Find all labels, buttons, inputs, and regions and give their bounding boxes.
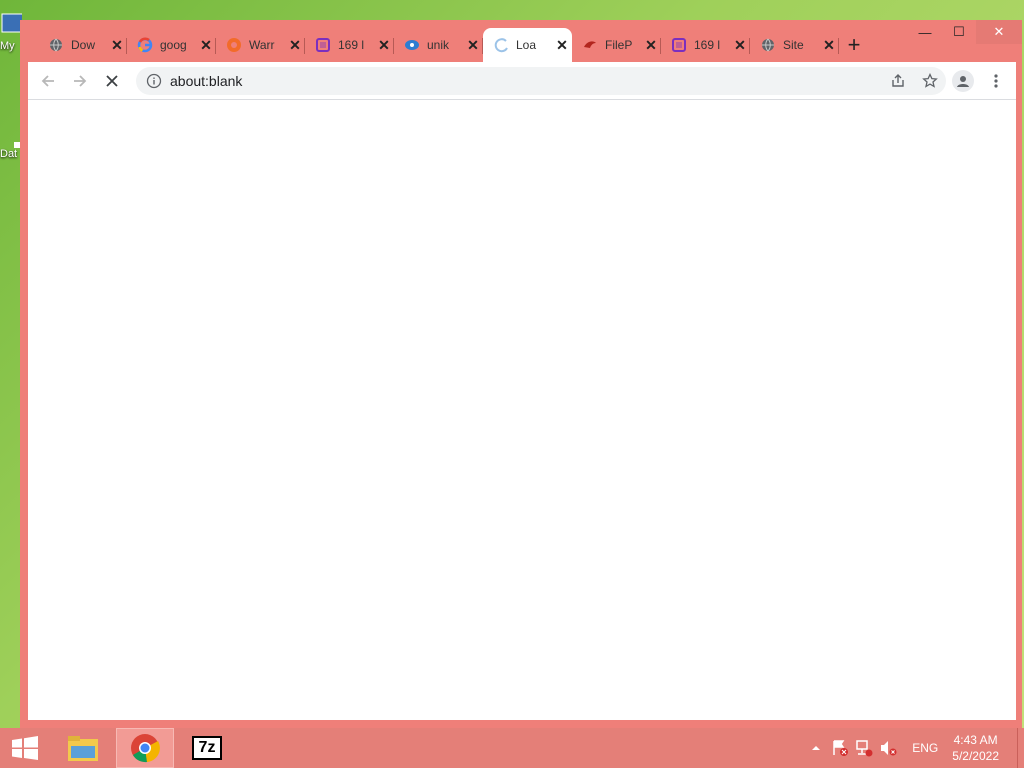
stop-loading-button[interactable] [96,65,128,97]
filepuma-icon [582,37,598,53]
desktop-icon-data[interactable]: Dat [0,118,22,160]
browser-toolbar: about:blank [28,62,1016,100]
clock-time: 4:43 AM [953,733,998,747]
tab[interactable]: 169 l ✕ [661,28,750,62]
tab-title: Dow [71,38,96,52]
close-tab-icon[interactable]: ✕ [730,37,750,54]
network-icon[interactable] [853,737,875,759]
purple-square-icon [671,37,687,53]
7zip-label: 7z [198,739,216,756]
kebab-menu-icon [994,73,998,88]
desktop-icon-my-computer[interactable]: My [0,10,29,52]
windows-logo-icon [12,736,38,760]
tab-title: FileP [605,38,633,52]
close-tab-icon[interactable]: ✕ [196,37,216,54]
address-bar[interactable]: about:blank [136,65,946,97]
eye-icon [404,37,420,53]
close-icon [106,74,118,87]
taskbar-chrome[interactable] [116,728,174,768]
tab-title: Warr [249,38,275,52]
clock-date: 5/2/2022 [952,749,999,763]
tab[interactable]: Warr ✕ [216,28,305,62]
close-tab-icon[interactable]: ✕ [819,37,839,54]
close-tab-icon[interactable]: ✕ [285,37,305,54]
info-icon [146,73,162,88]
tab-title: 169 l [338,38,365,52]
globe-icon [760,37,776,53]
loading-spinner-icon [493,37,509,53]
tab-strip: Dow ✕ goog ✕ Warr ✕ 169 l ✕ unik ✕ Loa ✕… [38,28,1022,62]
tab-title: Site [783,38,804,52]
forward-button[interactable] [64,65,96,97]
star-icon [922,72,938,88]
system-tray: ENG 4:43 AM 5/2/2022 [804,728,1024,768]
arrow-left-icon [41,74,54,87]
tab-title: goog [160,38,187,52]
input-language[interactable]: ENG [912,741,938,755]
close-tab-icon[interactable]: ✕ [463,37,483,54]
close-tab-icon[interactable]: ✕ [374,37,394,54]
close-tab-icon[interactable]: ✕ [107,37,127,54]
speaker-muted-icon [881,741,897,756]
google-icon [137,37,153,53]
purple-square-icon [315,37,331,53]
share-button[interactable] [882,65,914,97]
browser-window: — ☐ ✕ Dow ✕ goog ✕ Warr ✕ 169 l ✕ unik ✕… [20,20,1022,728]
tab-active[interactable]: Loa ✕ [483,28,572,62]
chrome-icon [131,734,160,763]
tab[interactable]: Site ✕ [750,28,839,62]
close-tab-icon[interactable]: ✕ [641,37,661,54]
page-content[interactable] [28,100,1016,720]
7zip-icon: 7z [192,736,222,760]
computer-icon [0,10,29,40]
close-tab-icon[interactable]: ✕ [552,37,572,54]
bookmark-button[interactable] [914,65,946,97]
new-tab-button[interactable]: + [839,28,869,62]
file-explorer-icon [68,736,98,761]
network-disconnected-icon [856,740,873,757]
taskbar: 7z ENG 4:43 AM 5/2/2022 [0,728,1024,768]
tab[interactable]: FileP ✕ [572,28,661,62]
tab[interactable]: 169 l ✕ [305,28,394,62]
tab[interactable]: Dow ✕ [38,28,127,62]
action-center-icon[interactable] [829,737,851,759]
taskbar-7zip[interactable]: 7z [178,728,236,768]
show-desktop-button[interactable] [1017,728,1024,768]
share-icon [892,73,904,87]
arrow-right-icon [74,74,87,87]
volume-icon[interactable] [877,737,899,759]
tab-title: 169 l [694,38,721,52]
back-button[interactable] [32,65,64,97]
globe-icon [48,37,64,53]
drive-icon [0,118,22,150]
warranty-site-icon [226,37,242,53]
flag-alert-icon [833,740,849,756]
desktop-icon-label: My [0,40,15,52]
menu-button[interactable] [980,65,1012,97]
chevron-up-icon [812,746,821,750]
tab-title: unik [427,38,450,52]
url-text: about:blank [170,72,243,89]
person-icon [957,75,969,87]
tab-title: Loa [516,38,537,52]
start-button[interactable] [0,728,50,768]
tab[interactable]: unik ✕ [394,28,483,62]
clock[interactable]: 4:43 AM 5/2/2022 [952,732,999,764]
taskbar-file-explorer[interactable] [54,728,112,768]
desktop-icon-label: Dat [0,148,18,160]
tab[interactable]: goog ✕ [127,28,216,62]
profile-button[interactable] [952,69,974,92]
show-hidden-icons-button[interactable] [805,737,827,759]
